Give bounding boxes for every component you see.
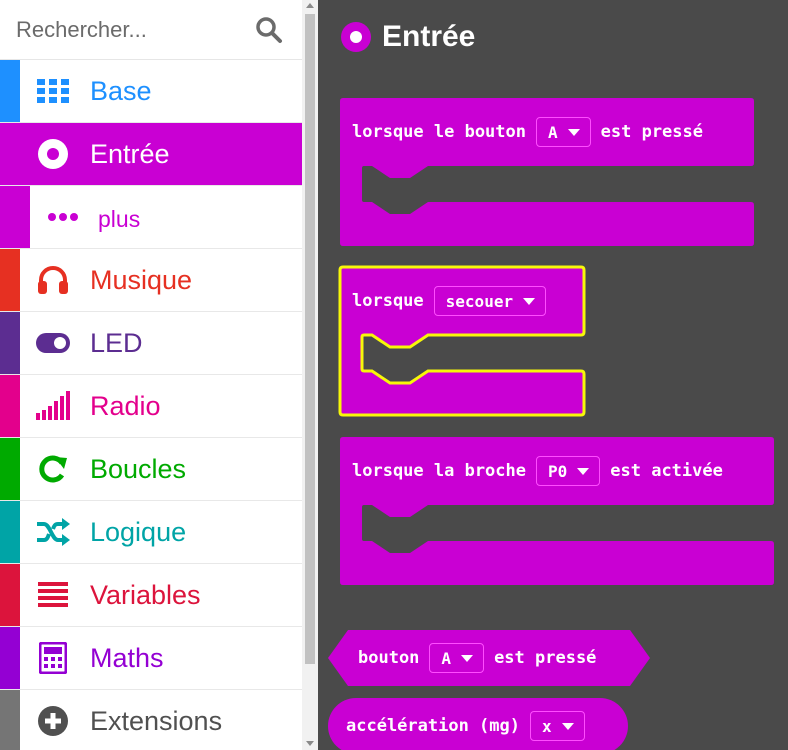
scrollbar-thumb[interactable] (305, 14, 315, 664)
block-text: est pressé (494, 648, 597, 668)
lines-icon (36, 579, 70, 611)
signal-bars-icon (36, 390, 70, 422)
caret-down-icon (567, 128, 580, 136)
target-icon (36, 138, 70, 170)
button-dropdown[interactable]: A (536, 117, 591, 147)
block-text: est activée (610, 461, 723, 481)
category-color-stripe (0, 501, 20, 563)
button-dropdown[interactable]: A (429, 643, 485, 673)
category-plus[interactable]: plus (0, 186, 302, 249)
caret-down-icon (461, 654, 474, 662)
category-color-stripe (0, 690, 20, 750)
toolbox: Base Entrée plus Musiq (0, 0, 302, 750)
category-musique[interactable]: Musique (0, 249, 302, 312)
search-input[interactable] (14, 10, 248, 50)
category-label: Extensions (90, 706, 223, 736)
category-color-stripe (0, 564, 20, 626)
headphones-icon (36, 264, 70, 296)
dropdown-value: x (542, 716, 552, 736)
more-dots-icon (46, 201, 80, 233)
category-maths[interactable]: Maths (0, 627, 302, 690)
block-on-button-pressed[interactable]: lorsque le bouton A est pressé (340, 98, 754, 246)
dropdown-value: A (548, 122, 558, 142)
block-text: lorsque la broche (352, 461, 526, 481)
category-extensions[interactable]: Extensions (0, 690, 302, 750)
category-color-stripe (0, 60, 20, 122)
block-content-row: lorsque le bouton A est pressé (352, 115, 703, 149)
caret-down-icon (577, 467, 590, 475)
block-content-row: lorsque la broche P0 est activée (352, 454, 723, 488)
category-led[interactable]: LED (0, 312, 302, 375)
category-variables[interactable]: Variables (0, 564, 302, 627)
scroll-up-arrow-icon[interactable] (306, 3, 314, 8)
category-logique[interactable]: Logique (0, 501, 302, 564)
block-content-row: accélération (mg) x (346, 709, 595, 743)
category-color-stripe (0, 627, 20, 689)
block-content-row: lorsque secouer (352, 284, 556, 318)
flyout-heading: Entrée (340, 17, 475, 57)
block-acceleration[interactable]: accélération (mg) x (328, 698, 628, 750)
axis-dropdown[interactable]: x (530, 711, 585, 741)
gesture-dropdown[interactable]: secouer (433, 286, 547, 316)
block-on-pin-pressed[interactable]: lorsque la broche P0 est activée (340, 437, 774, 585)
category-color-stripe (0, 249, 20, 311)
category-label: Musique (90, 265, 193, 295)
category-label: Base (90, 76, 152, 106)
pin-dropdown[interactable]: P0 (536, 456, 601, 486)
grid-icon (36, 75, 70, 107)
toolbox-scrollbar[interactable] (302, 0, 318, 750)
category-color-stripe (0, 438, 20, 500)
dropdown-value: secouer (445, 291, 514, 311)
block-flyout: Entrée lorsque le bouton A est pressé lo… (318, 0, 788, 750)
category-color-stripe (0, 312, 20, 374)
category-boucles[interactable]: Boucles (0, 438, 302, 501)
category-label: Entrée (90, 139, 170, 169)
category-label: LED (90, 328, 143, 358)
category-label: plus (98, 206, 141, 232)
dropdown-value: A (441, 648, 452, 668)
category-label: Logique (90, 517, 187, 547)
category-label: Maths (90, 643, 164, 673)
search-icon[interactable] (254, 15, 284, 45)
flyout-title: Entrée (382, 20, 476, 53)
category-label: Boucles (90, 454, 187, 484)
block-text: bouton (358, 648, 420, 668)
category-base[interactable]: Base (0, 60, 302, 123)
scroll-down-arrow-icon[interactable] (306, 741, 314, 746)
caret-down-icon (561, 722, 574, 730)
block-text: lorsque (352, 291, 424, 311)
block-text: accélération (mg) (346, 716, 520, 736)
search-bar (0, 0, 302, 60)
block-on-gesture[interactable]: lorsque secouer (338, 265, 586, 417)
block-content-row: bouton A est pressé (358, 641, 596, 675)
target-icon (341, 22, 371, 52)
toggle-icon (36, 327, 70, 359)
calculator-icon (36, 642, 70, 674)
dropdown-value: P0 (548, 461, 568, 481)
category-label: Variables (90, 580, 201, 610)
caret-down-icon (523, 297, 536, 305)
category-color-stripe (0, 186, 30, 248)
category-label: Radio (90, 391, 161, 421)
block-text: est pressé (600, 122, 703, 142)
category-radio[interactable]: Radio (0, 375, 302, 438)
block-button-is-pressed[interactable]: bouton A est pressé (328, 630, 650, 686)
plus-circle-icon (36, 705, 70, 737)
category-color-stripe (0, 375, 20, 437)
category-entree[interactable]: Entrée (0, 123, 302, 186)
block-text: lorsque le bouton (352, 122, 526, 142)
shuffle-icon (36, 516, 70, 548)
loop-arrow-icon (36, 453, 70, 485)
